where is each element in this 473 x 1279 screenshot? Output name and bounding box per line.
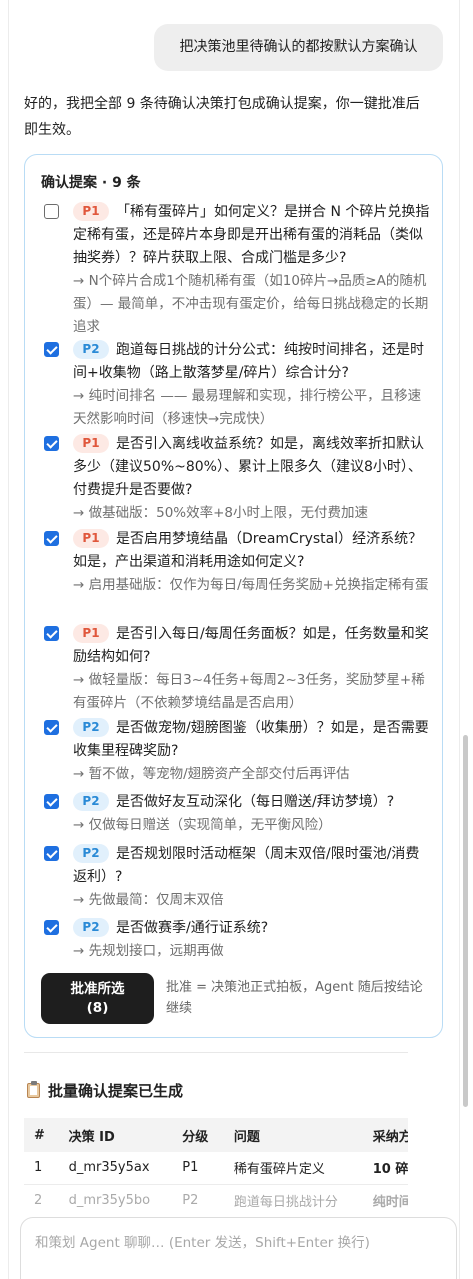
decision-recommendation: → 纯时间排名 —— 最易理解和实现，排行榜公平，且移速天然影响时间（移速快→完… xyxy=(73,388,422,427)
table-cell: 2 xyxy=(24,1184,59,1210)
decision-body: P1 是否引入每日/每周任务面板？如是，任务数量和奖励结构如何? → 做轻量版：每… xyxy=(73,623,430,715)
decision-question: 是否做好友互动深化（每日赠送/拜访梦境）? xyxy=(116,794,395,810)
priority-badge: P1 xyxy=(73,434,109,453)
decision-recommendation: → 做轻量版：每日3~4任务+每周2~3任务，奖励梦星+稀有蛋碎片（不依赖梦境结… xyxy=(73,672,425,711)
batch-table: # 决策 ID 分级 问题 采纳方案 1 d_mr35y5ax P1 稀有蛋碎片… xyxy=(24,1118,408,1210)
chat-composer xyxy=(20,1217,457,1279)
table-cell: 纯时间排名 xyxy=(362,1184,408,1210)
decision-recommendation: → 先做最简：仅周末双倍 xyxy=(73,892,224,908)
decision-recommendation: → 先规划接口，远期再做 xyxy=(73,943,224,959)
priority-badge: P2 xyxy=(73,844,109,863)
user-message-bubble: 把决策池里待确认的都按默认方案确认 xyxy=(154,24,443,71)
priority-badge: P1 xyxy=(73,624,109,643)
table-cell: P2 xyxy=(172,1184,224,1210)
priority-badge: P2 xyxy=(73,792,109,811)
decision-question: 是否规划限时活动框架（周末双倍/限时蛋池/消费返利）? xyxy=(73,846,420,885)
right-panel-border xyxy=(459,0,460,1279)
column-header: 分级 xyxy=(172,1118,224,1152)
decision-question: 是否引入每日/每周任务面板？如是，任务数量和奖励结构如何? xyxy=(73,626,429,665)
decision-body: P1 是否启用梦境结晶（DreamCrystal）经济系统？如是，产出渠道和消耗用… xyxy=(73,528,430,597)
decision-checkbox[interactable] xyxy=(44,204,59,219)
decision-body: P2 是否做好友互动深化（每日赠送/拜访梦境）? → 仅做每日赠送（实现简单，无平… xyxy=(73,791,430,837)
decision-question: 是否引入离线收益系统？如是，离线效率折扣默认多少（建议50%~80%）、累计上限… xyxy=(73,436,424,498)
priority-badge: P2 xyxy=(73,718,109,737)
decision-question: 是否启用梦境结晶（DreamCrystal）经济系统？如是，产出渠道和消耗用途如… xyxy=(73,531,423,570)
column-header: 问题 xyxy=(223,1118,363,1152)
batch-table-scroll[interactable]: # 决策 ID 分级 问题 采纳方案 1 d_mr35y5ax P1 稀有蛋碎片… xyxy=(24,1118,408,1210)
table-cell: d_mr35y5ax xyxy=(58,1152,173,1185)
decision-checkbox[interactable] xyxy=(44,846,59,861)
decision-checkbox[interactable] xyxy=(44,436,59,451)
decision-body: P2 跑道每日挑战的计分公式：纯按时间排名，还是时间+收集物（路上散落梦星/碎片）… xyxy=(73,339,430,431)
decision-recommendation: → 暂不做，等宠物/翅膀资产全部交付后再评估 xyxy=(73,766,350,782)
approve-button-label: 批准所选 xyxy=(70,981,125,997)
proposal-card: 确认提案 · 9 条 P1 「稀有蛋碎片」如何定义？是拼合 N 个碎片兑换指定稀有… xyxy=(24,154,443,1038)
decision-recommendation: → 仅做每日赠送（实现简单，无平衡风险） xyxy=(73,817,332,833)
decision-body: P1 是否引入离线收益系统？如是，离线效率折扣默认多少（建议50%~80%）、累计… xyxy=(73,433,430,525)
priority-badge: P1 xyxy=(73,529,109,548)
approve-button-count: (8) xyxy=(86,1000,109,1016)
decision-recommendation: → 做基础版：50%效率+8小时上限，无付费加速 xyxy=(73,505,369,521)
decision-body: P1 「稀有蛋碎片」如何定义？是拼合 N 个碎片兑换指定稀有蛋，还是碎片本身即是开… xyxy=(73,201,430,339)
decision-checkbox[interactable] xyxy=(44,794,59,809)
batch-title-text: 批量确认提案已生成 xyxy=(48,1082,184,1100)
batch-section-title: 批量确认提案已生成 xyxy=(27,1080,183,1101)
table-row: 2 d_mr35y5bo P2 跑道每日挑战计分 纯时间排名 xyxy=(24,1184,408,1210)
decision-checkbox[interactable] xyxy=(44,720,59,735)
decision-question: 是否做宠物/翅膀图鉴（收集册）？如是，是否需要收集里程碑奖励? xyxy=(73,720,429,759)
chat-input[interactable] xyxy=(35,1232,440,1254)
column-header: # xyxy=(24,1118,59,1152)
approve-selected-button[interactable]: 批准所选 (8) xyxy=(41,973,154,1024)
column-header: 采纳方案 xyxy=(362,1118,408,1152)
table-cell: d_mr35y5bo xyxy=(58,1184,173,1210)
priority-badge: P2 xyxy=(73,340,109,359)
decision-checkbox[interactable] xyxy=(44,626,59,641)
priority-badge: P1 xyxy=(73,202,109,221)
decision-question: 「稀有蛋碎片」如何定义？是拼合 N 个碎片兑换指定稀有蛋，还是碎片本身即是开出稀… xyxy=(73,204,430,266)
approve-note: 批准 = 决策池正式拍板，Agent 随后按结论继续 xyxy=(166,980,423,1016)
table-cell: 稀有蛋碎片定义 xyxy=(223,1152,363,1185)
decision-recommendation: → 启用基础版：仅作为每日/每周任务奖励+兑换指定稀有蛋 xyxy=(73,577,429,593)
decision-recommendation: → N个碎片合成1个随机稀有蛋（如10碎片→品质≥A的随机蛋）— 最简单，不冲击… xyxy=(73,273,429,335)
decision-checkbox[interactable] xyxy=(44,342,59,357)
decision-checkbox[interactable] xyxy=(44,531,59,546)
table-cell: P1 xyxy=(172,1152,224,1185)
section-divider xyxy=(24,1052,408,1053)
left-panel-border xyxy=(8,0,9,1279)
column-header: 决策 ID xyxy=(58,1118,173,1152)
decision-body: P2 是否做宠物/翅膀图鉴（收集册）？如是，是否需要收集里程碑奖励? → 暂不做，… xyxy=(73,717,430,786)
priority-badge: P2 xyxy=(73,918,109,937)
decision-question: 跑道每日挑战的计分公式：纯按时间排名，还是时间+收集物（路上散落梦星/碎片）综合… xyxy=(73,342,424,381)
table-cell: 跑道每日挑战计分 xyxy=(223,1184,363,1210)
decision-checkbox[interactable] xyxy=(44,920,59,935)
decision-body: P2 是否做赛季/通行证系统? → 先规划接口，远期再做 xyxy=(73,917,430,963)
proposal-title: 确认提案 · 9 条 xyxy=(41,175,141,191)
scrollbar-thumb[interactable] xyxy=(463,735,468,1107)
agent-message: 好的，我把全部 9 条待确认决策打包成确认提案，你一键批准后即生效。 xyxy=(24,96,420,138)
table-cell: 10 碎片合成 1 xyxy=(362,1152,408,1185)
decision-question: 是否做赛季/通行证系统? xyxy=(116,920,269,936)
decision-body: P2 是否规划限时活动框架（周末双倍/限时蛋池/消费返利）? → 先做最简：仅周末… xyxy=(73,843,430,912)
table-row: 1 d_mr35y5ax P1 稀有蛋碎片定义 10 碎片合成 1 xyxy=(24,1152,408,1185)
clipboard-icon xyxy=(27,1081,41,1098)
table-cell: 1 xyxy=(24,1152,59,1185)
